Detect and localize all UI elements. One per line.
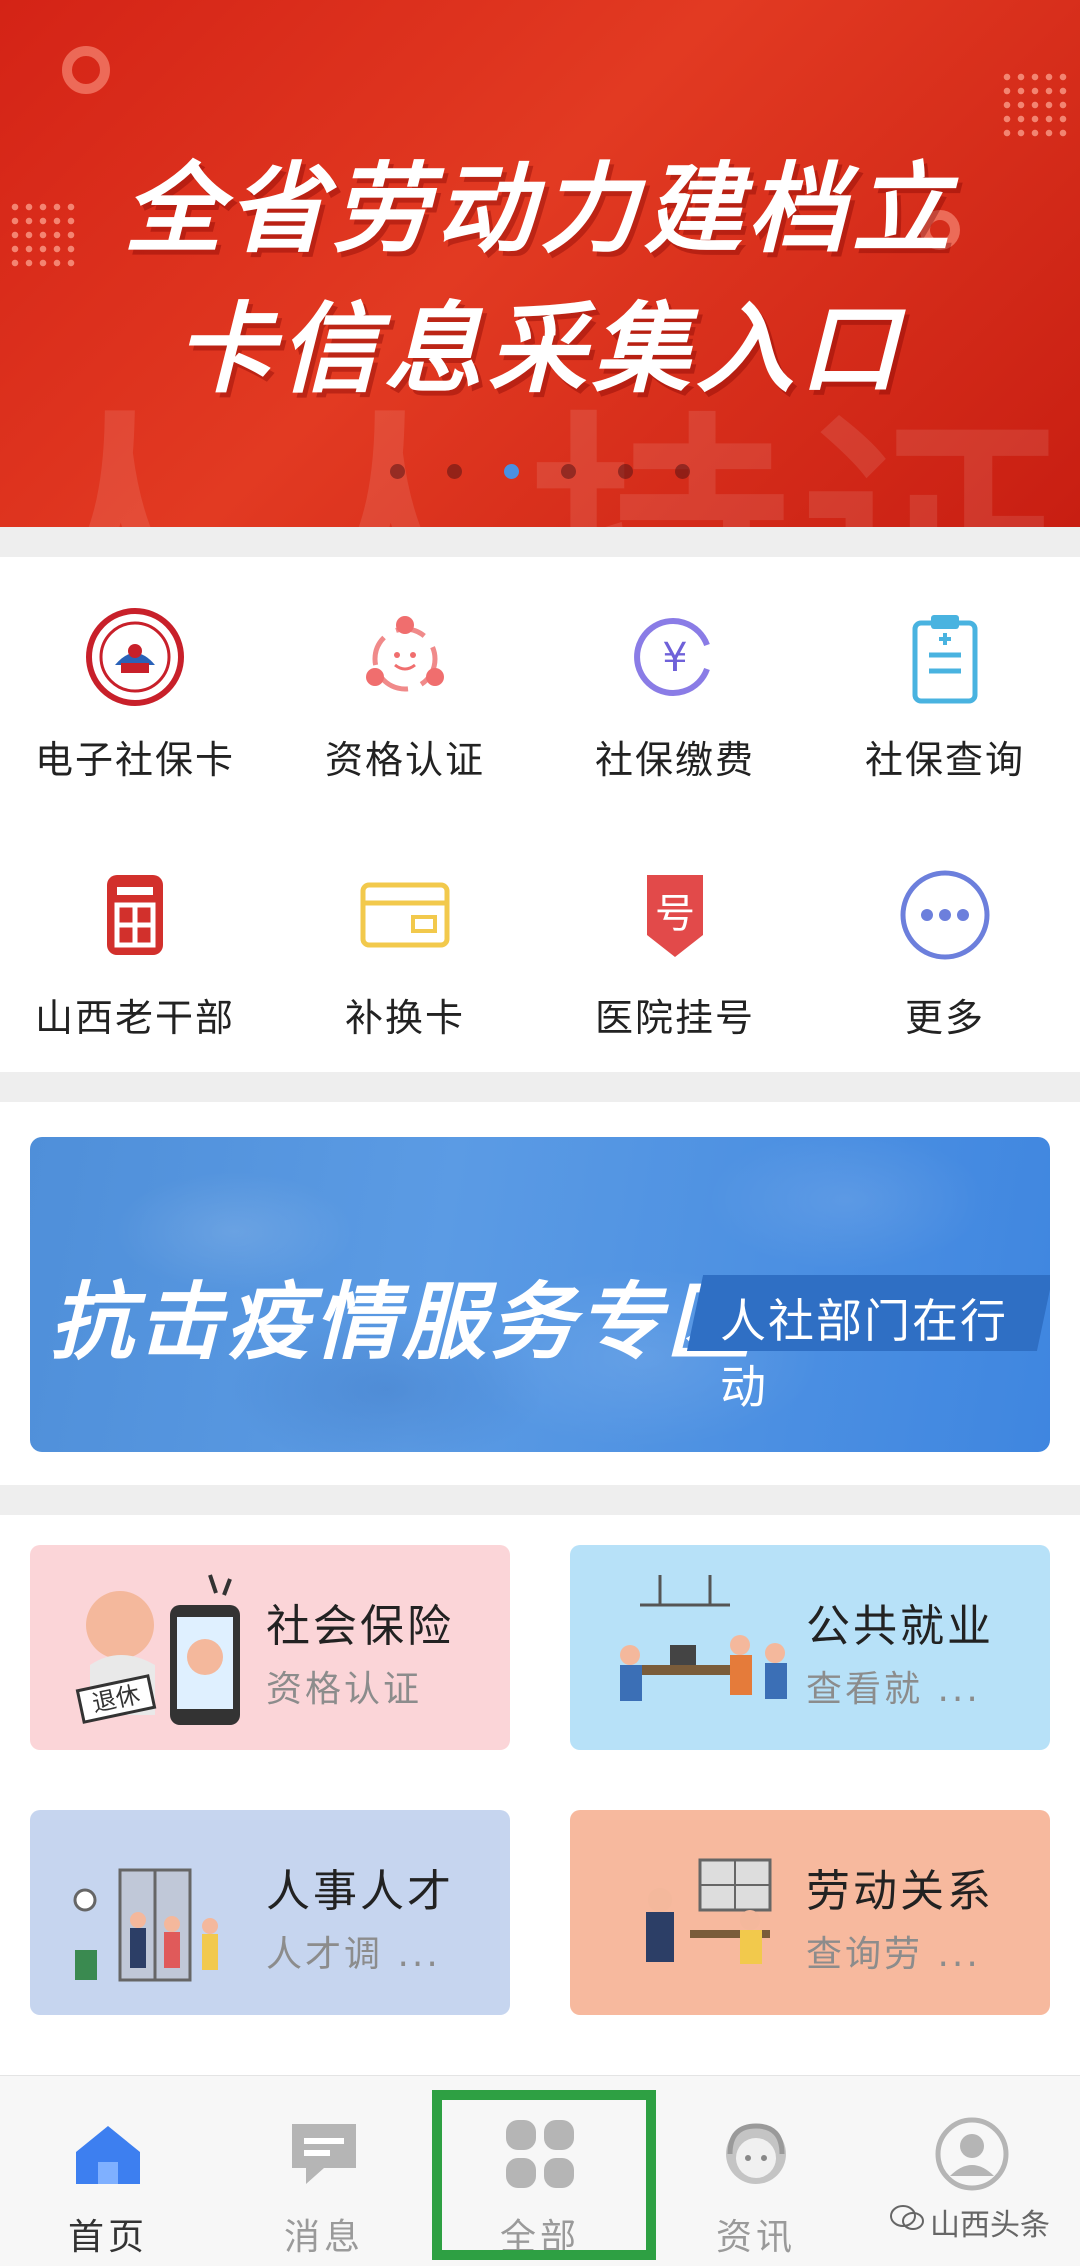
clipboard-icon — [895, 607, 995, 707]
tab-label: 资讯 — [715, 2217, 796, 2258]
pager-dot[interactable] — [675, 464, 690, 479]
service-social-payment[interactable]: ¥ 社保缴费 — [540, 557, 810, 815]
banner-headline-line1: 全省劳动力建档立 — [123, 153, 956, 267]
card-icon — [355, 865, 455, 965]
service-more[interactable]: 更多 — [810, 815, 1080, 1073]
office-workers-illustration — [600, 1565, 800, 1730]
banner-headline-line2: 卡信息采集入口 — [175, 293, 904, 407]
message-icon — [284, 2114, 364, 2194]
registration-badge-icon: 号 — [625, 865, 725, 965]
service-qualification-auth[interactable]: 资格认证 — [270, 557, 540, 815]
pager-dot[interactable] — [447, 464, 462, 479]
tab-label: 消息 — [283, 2217, 364, 2258]
service-label: 电子社保卡 — [34, 738, 235, 782]
service-grid-card: 电子社保卡 资格认证 ¥ 社保缴费 社保查询 山西老干部 补换卡 号 医院挂号 … — [0, 557, 1080, 1072]
service-hospital-registration[interactable]: 号 医院挂号 — [540, 815, 810, 1073]
meeting-illustration — [600, 1830, 800, 1995]
category-social-insurance[interactable]: 退休 社会保险 资格认证 — [30, 1545, 510, 1750]
service-label: 社保缴费 — [594, 738, 755, 782]
news-agent-icon — [716, 2114, 796, 2194]
category-title: 社会保险 — [266, 1601, 454, 1652]
epidemic-title: 抗击疫情服务专区 — [50, 1273, 755, 1371]
face-recognition-icon — [355, 607, 455, 707]
promo-banner[interactable]: 人人持证 全省劳动力建档立 卡信息采集入口 — [0, 0, 1080, 527]
service-label: 更多 — [904, 996, 985, 1040]
service-label: 资格认证 — [324, 738, 485, 782]
pager-dot[interactable] — [618, 464, 633, 479]
pager-dot[interactable] — [390, 464, 405, 479]
category-public-employment[interactable]: 公共就业 查看就 ... — [570, 1545, 1050, 1750]
svg-text:¥: ¥ — [662, 635, 687, 681]
svg-text:号: 号 — [655, 891, 695, 937]
service-label: 社保查询 — [864, 738, 1025, 782]
tab-home[interactable]: 首页 — [0, 2076, 216, 2266]
service-label: 补换卡 — [344, 996, 465, 1040]
shanxi-cadre-icon — [85, 865, 185, 965]
service-label: 山西老干部 — [34, 996, 235, 1040]
tab-news[interactable]: 资讯 — [648, 2076, 864, 2266]
pager-dot-active[interactable] — [504, 464, 519, 479]
category-title: 劳动关系 — [806, 1866, 994, 1917]
category-subtitle: 查看就 ... — [806, 1669, 981, 1710]
epidemic-banner[interactable]: 抗击疫情服务专区 人社部门在行动 — [30, 1137, 1050, 1452]
yuan-payment-icon: ¥ — [625, 607, 725, 707]
service-grid: 电子社保卡 资格认证 ¥ 社保缴费 社保查询 山西老干部 补换卡 号 医院挂号 … — [0, 557, 1080, 1073]
category-subtitle: 资格认证 — [266, 1669, 423, 1710]
epidemic-section: 抗击疫情服务专区 人社部门在行动 — [0, 1102, 1080, 1485]
category-section: 退休 社会保险 资格认证 公共就业 查看就 ... 人事人才 人才调 ... 劳… — [0, 1515, 1080, 2075]
category-subtitle: 人才调 ... — [266, 1934, 441, 1975]
service-card-replace[interactable]: 补换卡 — [270, 815, 540, 1073]
category-personnel-talent[interactable]: 人事人才 人才调 ... — [30, 1810, 510, 2015]
wechat-icon — [890, 2204, 924, 2240]
tab-all-highlight-box — [432, 2090, 656, 2260]
category-subtitle: 查询劳 ... — [806, 1934, 981, 1975]
tab-label: 首页 — [67, 2217, 148, 2258]
profile-icon — [932, 2114, 1012, 2194]
category-title: 人事人才 — [266, 1866, 454, 1917]
more-dots-icon — [895, 865, 995, 965]
carousel-pager — [0, 464, 1080, 479]
category-title: 公共就业 — [806, 1601, 994, 1652]
home-icon — [68, 2114, 148, 2194]
social-security-card-icon — [85, 607, 185, 707]
watermark: 山西头条 — [890, 2200, 1050, 2244]
app-screen: 人人持证 全省劳动力建档立 卡信息采集入口 — [0, 0, 1080, 2266]
banner-circle-decoration — [62, 46, 110, 94]
retiree-illustration: 退休 — [60, 1565, 260, 1730]
elevator-people-illustration — [60, 1830, 260, 1995]
watermark-text: 山西头条 — [930, 2208, 1050, 2243]
service-electronic-social-card[interactable]: 电子社保卡 — [0, 557, 270, 815]
epidemic-tag: 人社部门在行动 — [720, 1294, 1008, 1414]
service-social-query[interactable]: 社保查询 — [810, 557, 1080, 815]
category-labor-relations[interactable]: 劳动关系 查询劳 ... — [570, 1810, 1050, 2015]
pager-dot[interactable] — [561, 464, 576, 479]
service-label: 医院挂号 — [594, 996, 755, 1040]
tab-messages[interactable]: 消息 — [216, 2076, 432, 2266]
service-shanxi-cadre[interactable]: 山西老干部 — [0, 815, 270, 1073]
